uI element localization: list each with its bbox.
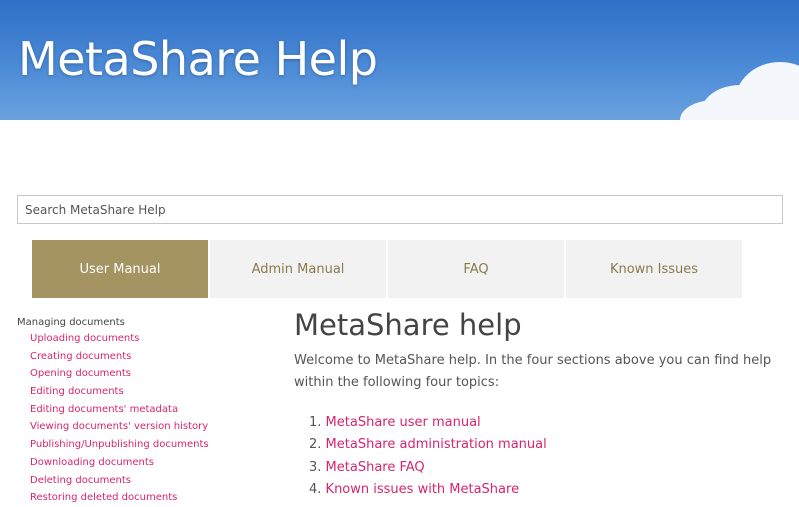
sidebar: Managing documents Uploading documents C…	[17, 317, 277, 505]
list-item: Opening documents	[30, 363, 277, 381]
sidebar-link-creating[interactable]: Creating documents	[30, 351, 131, 362]
sidebar-link-opening[interactable]: Opening documents	[30, 368, 131, 379]
list-item: Publishing/Unpublishing documents	[30, 434, 277, 452]
tab-admin-manual[interactable]: Admin Manual	[210, 240, 386, 298]
site-title: MetaShare Help	[18, 32, 378, 86]
list-item: 2. MetaShare administration manual	[309, 434, 784, 456]
list-number: 3.	[309, 459, 322, 475]
topic-link-known-issues[interactable]: Known issues with MetaShare	[326, 482, 520, 497]
sidebar-link-deleting[interactable]: Deleting documents	[30, 475, 131, 486]
tab-user-manual[interactable]: User Manual	[32, 240, 208, 298]
list-item: 4. Known issues with MetaShare	[309, 479, 784, 501]
page-title: MetaShare help	[294, 308, 522, 342]
search-input[interactable]	[17, 195, 783, 224]
sidebar-list: Uploading documents Creating documents O…	[17, 328, 277, 505]
sidebar-link-downloading[interactable]: Downloading documents	[30, 457, 154, 468]
list-item: Restoring deleted documents	[30, 487, 277, 505]
list-item: 3. MetaShare FAQ	[309, 457, 784, 479]
sidebar-link-uploading[interactable]: Uploading documents	[30, 333, 139, 344]
list-item: Editing documents	[30, 381, 277, 399]
sidebar-header: Managing documents	[17, 317, 125, 328]
intro-text: Welcome to MetaShare help. In the four s…	[294, 353, 772, 390]
list-item: Deleting documents	[30, 470, 277, 488]
header-banner: MetaShare Help	[0, 0, 799, 120]
list-number: 4.	[309, 481, 322, 497]
sidebar-link-editing[interactable]: Editing documents	[30, 386, 124, 397]
topic-link-user-manual[interactable]: MetaShare user manual	[326, 415, 481, 430]
sidebar-link-editing-metadata[interactable]: Editing documents' metadata	[30, 404, 178, 415]
topics-list: 1. MetaShare user manual 2. MetaShare ad…	[294, 412, 784, 501]
topic-link-admin-manual[interactable]: MetaShare administration manual	[326, 437, 547, 452]
list-item: Uploading documents	[30, 328, 277, 346]
list-item: Downloading documents	[30, 452, 277, 470]
tab-faq[interactable]: FAQ	[388, 240, 564, 298]
list-number: 1.	[309, 415, 322, 430]
list-number: 2.	[309, 437, 322, 453]
sidebar-link-version-history[interactable]: Viewing documents' version history	[30, 421, 208, 432]
main-content: MetaShare help Welcome to MetaShare help…	[294, 308, 784, 501]
tab-known-issues[interactable]: Known Issues	[566, 240, 742, 298]
list-item: Creating documents	[30, 346, 277, 364]
list-item: 1. MetaShare user manual	[309, 412, 784, 434]
list-item: Editing documents' metadata	[30, 399, 277, 417]
sidebar-link-restoring[interactable]: Restoring deleted documents	[30, 492, 177, 503]
topic-link-faq[interactable]: MetaShare FAQ	[326, 460, 425, 475]
list-item: Viewing documents' version history	[30, 416, 277, 434]
sidebar-link-publishing[interactable]: Publishing/Unpublishing documents	[30, 439, 209, 450]
section-tabs: User Manual Admin Manual FAQ Known Issue…	[32, 240, 744, 298]
